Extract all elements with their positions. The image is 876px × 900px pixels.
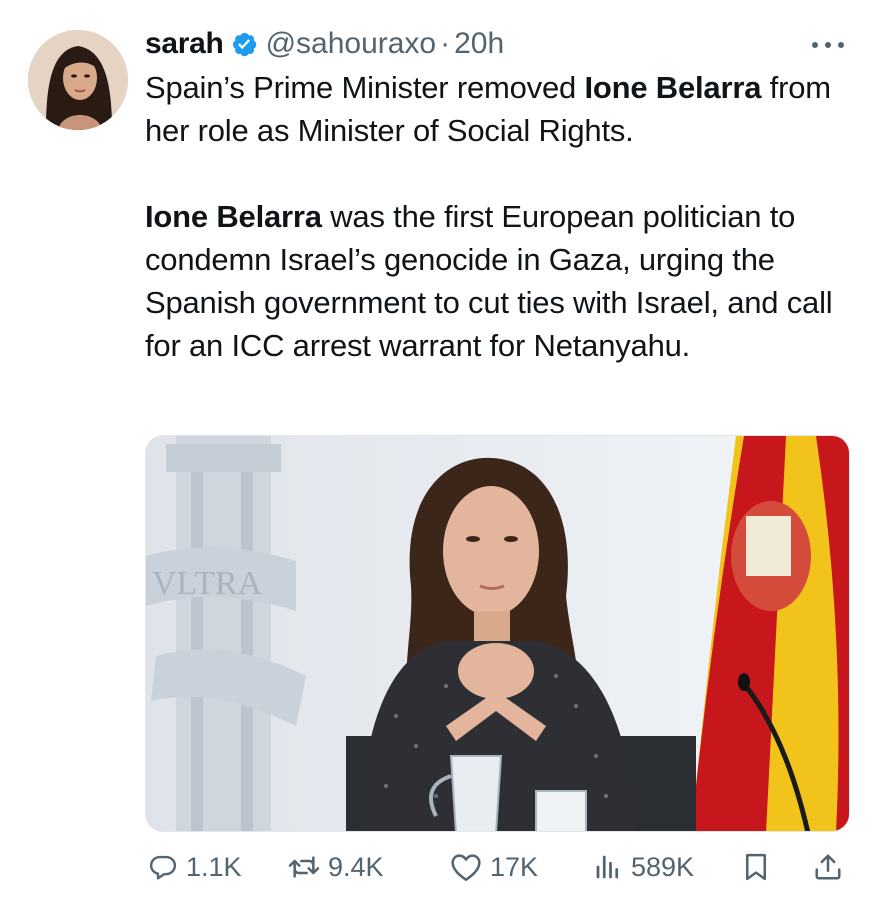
tweet[interactable]: sarah @sahouraxo · 20h Spain’s Prime Min… [0,0,876,900]
reply-icon [148,852,178,882]
share-icon [813,851,843,883]
like-icon [450,852,482,882]
repost-count: 9.4K [328,851,384,882]
tweet-text: Spain’s Prime Minister removed Ione Bela… [145,66,851,367]
reply-count: 1.1K [186,851,242,882]
tweet-header: sarah @sahouraxo · 20h [145,22,851,66]
share-button[interactable] [813,851,843,883]
tweet-body: sarah @sahouraxo · 20h Spain’s Prime Min… [145,22,851,367]
tweet-photo[interactable]: VLTRA [145,435,850,832]
like-count: 17K [490,851,539,882]
verified-badge-icon[interactable] [230,30,258,58]
views-button[interactable]: 589K [593,852,694,883]
tweet-paragraph-2: Ione Belarra was the first European poli… [145,199,833,363]
display-name[interactable]: sarah [145,27,224,61]
repost-icon [288,852,320,882]
repost-button[interactable]: 9.4K [288,852,384,883]
bookmark-icon [741,851,771,883]
header-separator: · [440,27,451,60]
tweet-actions: 1.1K 9.4K 17K 589K [145,842,851,892]
views-icon [593,852,623,882]
tweet-paragraph-1: Spain’s Prime Minister removed Ione Bela… [145,70,831,148]
avatar[interactable] [28,30,128,130]
views-count: 589K [631,851,695,882]
column-inscription: VLTRA [152,565,263,602]
reply-button[interactable]: 1.1K [148,852,242,883]
author-handle[interactable]: @sahouraxo [266,27,437,61]
tweet-time[interactable]: 20h [454,27,504,61]
like-button[interactable]: 17K [450,852,538,883]
bookmark-button[interactable] [741,851,771,883]
more-icon[interactable] [808,30,848,60]
